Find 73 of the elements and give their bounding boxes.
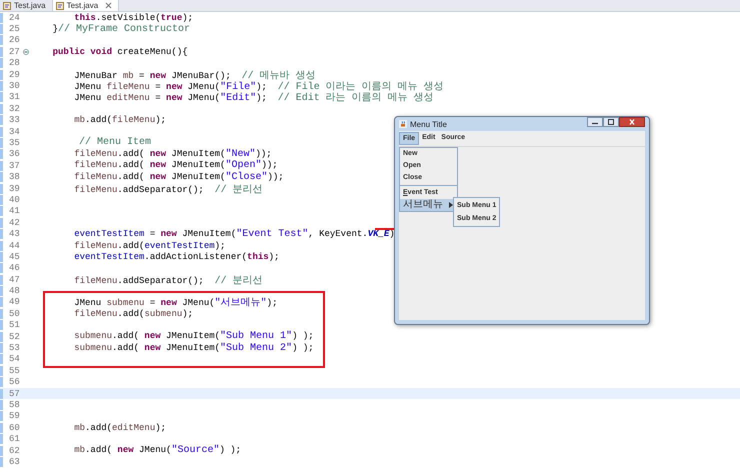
window-title: Menu Title xyxy=(410,120,447,128)
line-number: 45 xyxy=(0,252,23,262)
line-number: 49 xyxy=(0,297,23,308)
code-line: fileMenu.addSeparator(); // 분리선 xyxy=(73,274,263,287)
close-icon[interactable] xyxy=(105,2,112,9)
line-number: 41 xyxy=(0,206,23,216)
editor-tab[interactable]: Test.java xyxy=(0,0,53,11)
code-line: fileMenu.add( new JMenuItem("New")); xyxy=(73,148,272,160)
code-line: fileMenu.add( new JMenuItem("Open")); xyxy=(73,160,278,172)
editor-tab[interactable]: Test.java xyxy=(52,0,120,11)
maximize-button[interactable] xyxy=(603,117,619,127)
collapse-icon[interactable] xyxy=(23,48,29,55)
line-number: 53 xyxy=(0,343,23,354)
line-number: 62 xyxy=(0,446,23,456)
line-number: 35 xyxy=(0,138,23,148)
code-line: submenu.add( new JMenuItem("Sub Menu 1") ); xyxy=(73,331,314,342)
code-line: JMenuBar mb = new JMenuBar(); // 메뉴바 생성 xyxy=(73,70,316,82)
code-line: public void createMenu(){ xyxy=(52,46,188,57)
line-number: 37 xyxy=(0,160,23,171)
line-number: 55 xyxy=(0,366,23,376)
line-number: 60 xyxy=(0,422,23,433)
code-line: mb.add(fileMenu); xyxy=(73,115,166,126)
line-number: 48 xyxy=(0,286,23,296)
line-number: 31 xyxy=(0,92,23,102)
code-line: JMenu fileMenu = new JMenu("File"); // File 이라는 이름의 메뉴 생성 xyxy=(73,80,444,94)
line-number: 42 xyxy=(0,218,23,228)
code-line: mb.add( new JMenu("Source") ); xyxy=(73,445,242,456)
line-number: 24 xyxy=(0,12,23,23)
close-button[interactable] xyxy=(619,117,645,127)
line-number: 43 xyxy=(0,229,23,240)
line-number: 38 xyxy=(0,172,23,182)
line-number: 51 xyxy=(0,320,23,330)
code-line: mb.add(editMenu); xyxy=(73,422,166,433)
code-line: fileMenu.addSeparator(); // 분리선 xyxy=(73,184,263,196)
close-icon xyxy=(628,119,636,125)
line-number: 59 xyxy=(0,411,23,422)
code-line: JMenu editMenu = new JMenu("Edit"); // Edit 라는 이름의 메뉴 생성 xyxy=(73,92,434,104)
java-file-icon xyxy=(3,2,11,10)
line-number: 63 xyxy=(0,456,23,467)
line-number: 26 xyxy=(0,35,23,46)
line-number: 36 xyxy=(0,149,23,160)
line-number: 46 xyxy=(0,263,23,274)
java-file-icon xyxy=(56,2,64,10)
line-number: 33 xyxy=(0,115,23,126)
code-line: // Menu Item xyxy=(78,137,152,148)
line-number: 39 xyxy=(0,184,23,194)
line-number: 61 xyxy=(0,434,23,444)
code-line: JMenu submenu = new JMenu("서브메뉴"); xyxy=(73,296,278,310)
code-line: fileMenu.add(eventTestItem); xyxy=(73,240,226,250)
line-number: 52 xyxy=(0,332,23,342)
code-line: this.setVisible(true); xyxy=(73,12,194,23)
minimize-button[interactable] xyxy=(587,117,603,127)
code-line: fileMenu.add( new JMenuItem("Close")); xyxy=(73,172,284,183)
submenu-arrow-icon xyxy=(449,202,453,208)
line-number: 40 xyxy=(0,194,23,205)
line-number: 32 xyxy=(0,104,23,114)
maximize-icon xyxy=(607,119,615,125)
line-number: 57 xyxy=(0,388,23,399)
code-line: submenu.add( new JMenuItem("Sub Menu 2") ); xyxy=(73,342,314,354)
line-number: 25 xyxy=(0,24,23,34)
line-number: 29 xyxy=(0,70,23,80)
line-number: 58 xyxy=(0,400,23,410)
line-number: 47 xyxy=(0,274,23,285)
code-line: fileMenu.add(submenu); xyxy=(73,308,194,319)
line-number: 28 xyxy=(0,58,23,68)
line-number: 54 xyxy=(0,354,23,364)
line-number: 44 xyxy=(0,240,23,250)
code-line: eventTestItem.addActionListener(this); xyxy=(73,252,280,262)
line-number: 34 xyxy=(0,126,23,137)
line-number: 30 xyxy=(0,81,23,92)
line-number: 50 xyxy=(0,308,23,319)
java-cup-icon xyxy=(399,120,407,128)
code-line: }// MyFrame Constructor xyxy=(52,24,190,35)
